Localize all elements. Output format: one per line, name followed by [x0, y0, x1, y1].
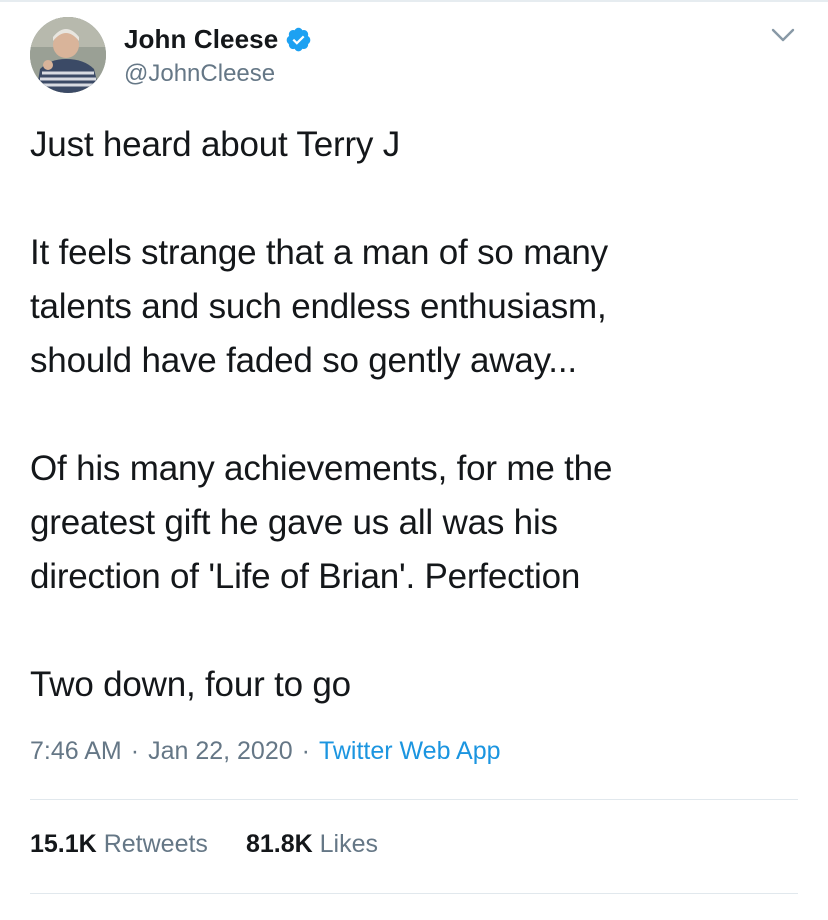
meta-separator: · [130, 737, 140, 765]
divider [30, 799, 798, 800]
author-name-row: John Cleese [124, 22, 312, 56]
retweets-label: Retweets [103, 830, 208, 858]
meta-separator: · [301, 737, 310, 765]
tweet-stats: 15.1K Retweets 81.8K Likes [30, 830, 378, 859]
tweet-time[interactable]: 7:46 AM [30, 737, 122, 766]
retweets-count: 15.1K [30, 830, 97, 858]
author-handle[interactable]: @JohnCleese [124, 60, 275, 88]
tweet-metadata: 7:46 AM · Jan 22, 2020 · Twitter Web App [30, 737, 501, 766]
retweets-stat[interactable]: 15.1K Retweets [30, 830, 208, 859]
likes-label: Likes [319, 830, 379, 858]
tweet-source-link[interactable]: Twitter Web App [319, 737, 501, 766]
profile-photo-icon [30, 17, 106, 93]
top-border [0, 0, 828, 2]
verified-badge-icon [285, 26, 312, 53]
author-display-name[interactable]: John Cleese [124, 24, 278, 55]
tweet-date[interactable]: Jan 22, 2020 [148, 737, 293, 766]
likes-count: 81.8K [245, 830, 313, 858]
avatar[interactable] [30, 17, 106, 93]
chevron-down-icon[interactable] [770, 26, 796, 44]
tweet-text: Just heard about Terry J It feels strang… [30, 125, 613, 704]
divider [30, 893, 798, 894]
likes-stat[interactable]: 81.8K Likes [246, 830, 378, 859]
